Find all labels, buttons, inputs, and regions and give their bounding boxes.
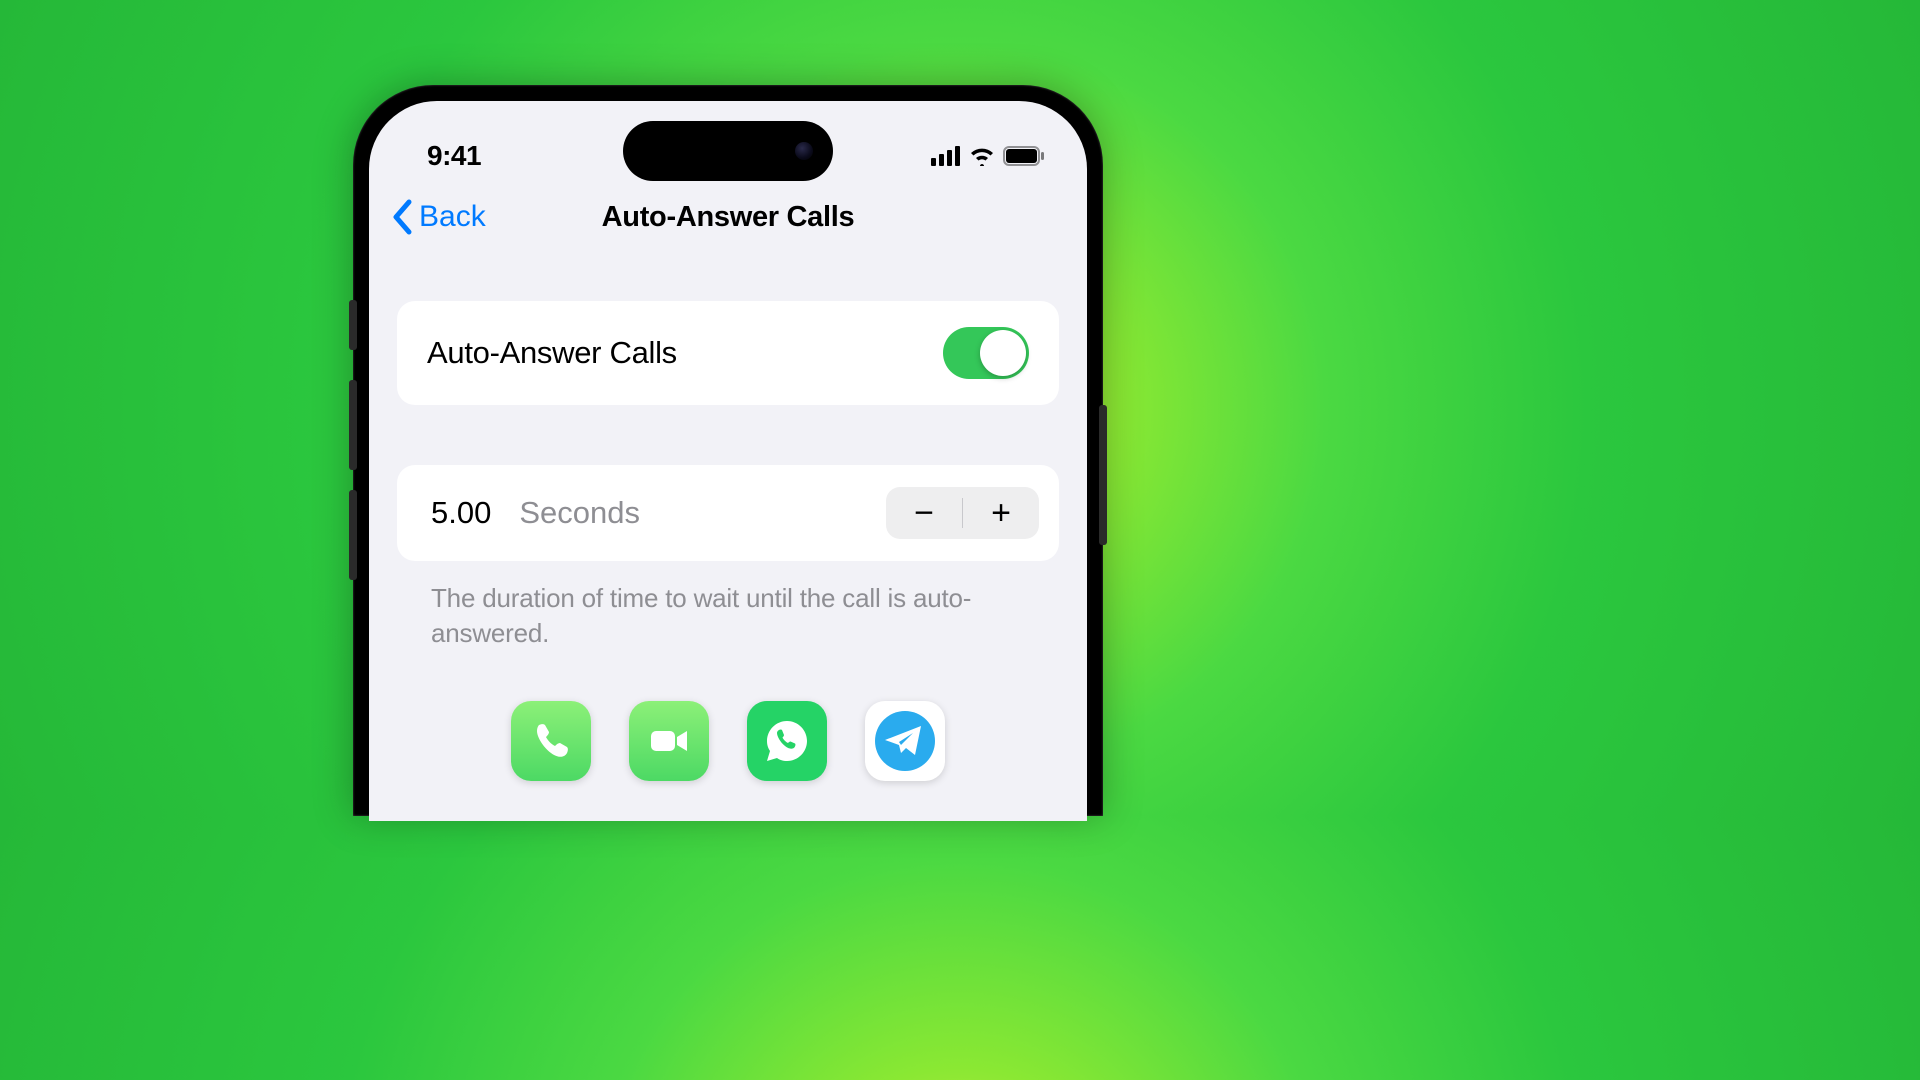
stepper-plus-button[interactable]: +	[963, 487, 1039, 539]
status-time: 9:41	[427, 140, 481, 172]
content: Auto-Answer Calls 5.00 Seconds − + The d…	[369, 253, 1087, 781]
whatsapp-app-icon[interactable]	[747, 701, 827, 781]
telegram-icon	[871, 707, 939, 775]
back-label: Back	[419, 200, 486, 234]
toggle-label: Auto-Answer Calls	[427, 335, 677, 371]
camera-icon	[795, 142, 813, 160]
phone-frame: 9:41	[353, 85, 1103, 816]
battery-icon	[1003, 146, 1045, 166]
volume-up-button[interactable]	[349, 380, 357, 470]
stepper-minus-button[interactable]: −	[886, 487, 962, 539]
wifi-icon	[969, 146, 995, 166]
toggle-knob	[980, 330, 1026, 376]
duration-row: 5.00 Seconds − +	[397, 465, 1059, 561]
chevron-left-icon	[391, 199, 413, 235]
app-icons	[397, 701, 1059, 781]
duration-unit: Seconds	[519, 495, 886, 531]
back-button[interactable]: Back	[391, 199, 486, 235]
volume-down-button[interactable]	[349, 490, 357, 580]
auto-answer-toggle[interactable]	[943, 327, 1029, 379]
nav-bar: Back Auto-Answer Calls	[369, 181, 1087, 253]
cellular-icon	[931, 146, 961, 166]
dynamic-island	[623, 121, 833, 181]
telegram-app-icon[interactable]	[865, 701, 945, 781]
duration-footer: The duration of time to wait until the c…	[397, 561, 1059, 651]
power-button[interactable]	[1099, 405, 1107, 545]
page-title: Auto-Answer Calls	[602, 201, 855, 234]
auto-answer-toggle-row: Auto-Answer Calls	[397, 301, 1059, 405]
duration-value: 5.00	[431, 495, 491, 531]
video-icon	[645, 717, 693, 765]
whatsapp-icon	[761, 715, 813, 767]
screen: 9:41	[369, 101, 1087, 821]
status-icons	[931, 146, 1045, 166]
phone-app-icon[interactable]	[511, 701, 591, 781]
silent-switch[interactable]	[349, 300, 357, 350]
phone-icon	[529, 719, 573, 763]
duration-stepper: − +	[886, 487, 1039, 539]
facetime-app-icon[interactable]	[629, 701, 709, 781]
